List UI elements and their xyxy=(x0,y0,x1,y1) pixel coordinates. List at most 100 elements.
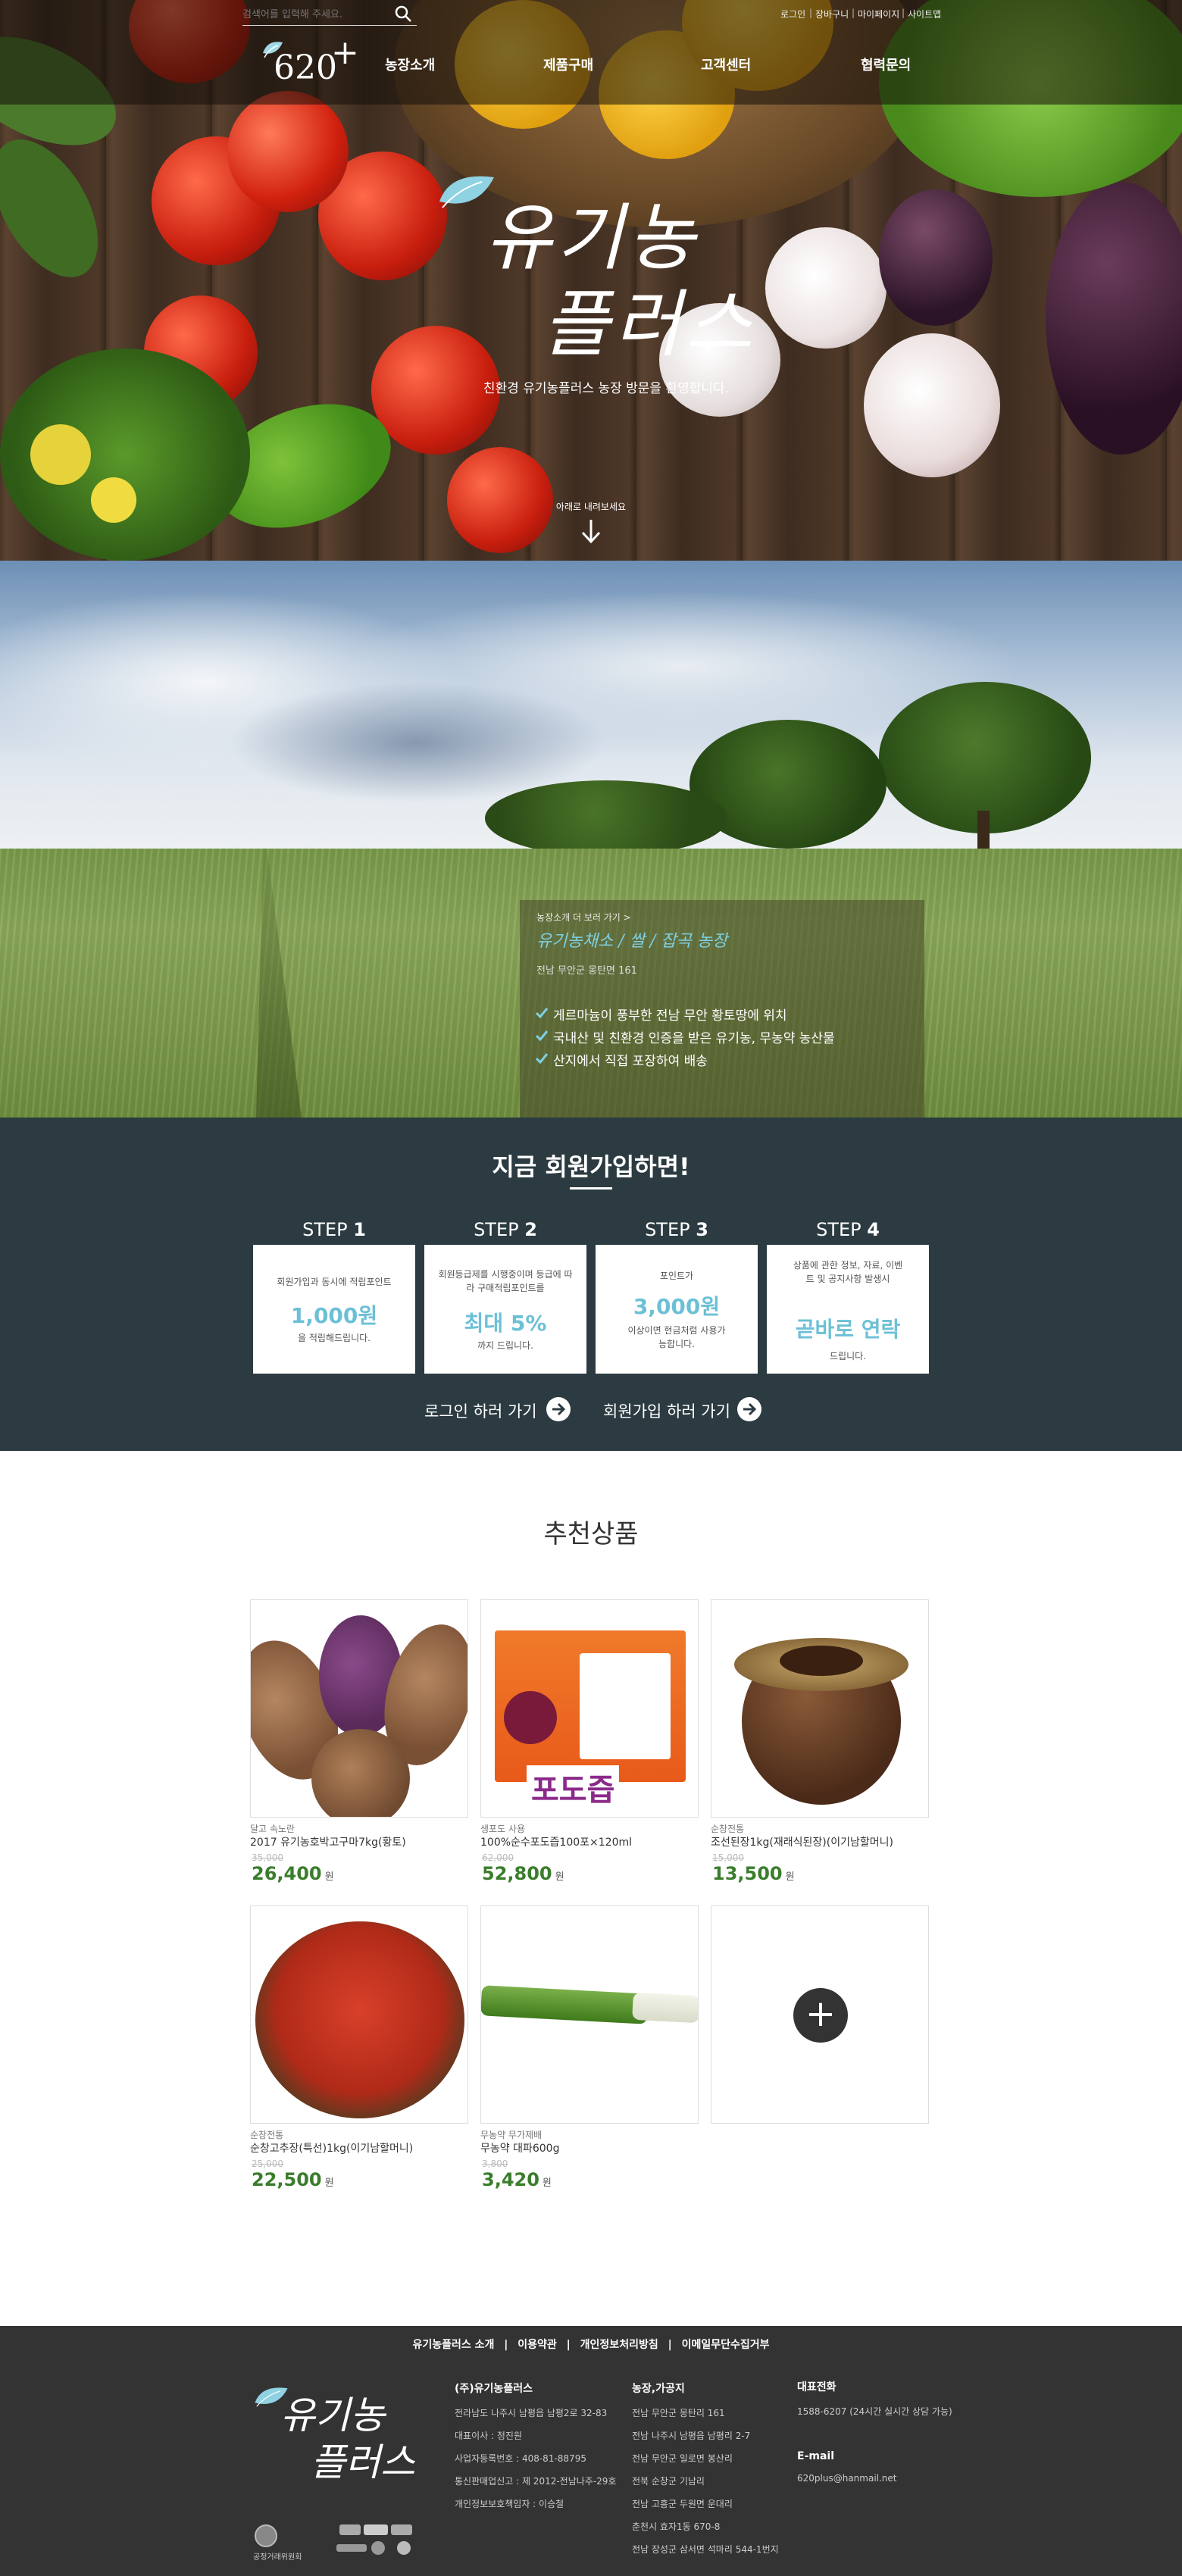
farm-intro-section: 농장소개 더 보러 가기 > 유기농채소 / 쌀 / 잡곡 농장 전남 무안군 … xyxy=(0,561,1182,1118)
price-value: 3,420 xyxy=(482,2169,539,2190)
visa-logo-icon xyxy=(364,2524,388,2535)
step-top-text: 회원가입과 동시에 적립포인트 xyxy=(277,1277,392,1287)
nav-farm-intro[interactable]: 농장소개 xyxy=(385,55,435,74)
product-category: 생포도 사용 xyxy=(480,1824,526,1834)
company-info: 전라남도 나주시 남평읍 남평2로 32-83 xyxy=(455,2408,608,2418)
step-bottom-text: 까지 드립니다. xyxy=(477,1340,533,1351)
step-highlight: 최대 5% xyxy=(464,1311,547,1336)
farm-more-link[interactable]: 농장소개 더 보러 가기 > xyxy=(536,911,631,924)
util-cart[interactable]: 장바구니 xyxy=(815,8,849,20)
product-card[interactable] xyxy=(250,1905,468,2124)
escrow-logo-icon xyxy=(336,2544,367,2552)
arrow-right-circle-icon xyxy=(737,1397,761,1421)
nav-purchase[interactable]: 제품구매 xyxy=(543,55,593,74)
products-heading: 추천상품 xyxy=(543,1519,639,1549)
product-category: 무농약 무가제배 xyxy=(480,2130,543,2140)
product-price: 13,500 원 xyxy=(712,1863,795,1884)
separator: | xyxy=(566,2339,571,2351)
email-heading: E-mail xyxy=(797,2450,835,2462)
hero-section: #search-ph::placeholder{color:#eee} 로그인 … xyxy=(0,0,1182,561)
login-link-label: 로그인 하러 가기 xyxy=(424,1402,537,1421)
phone-number[interactable]: 1588-6207 (24시간 실시간 상담 가능) xyxy=(797,2405,952,2418)
ftc-badge-text: 공정거래위원회 xyxy=(253,2553,302,2562)
nav-customer-center[interactable]: 고객센터 xyxy=(701,55,751,74)
arrow-down-icon[interactable] xyxy=(579,518,603,544)
top-bar xyxy=(0,0,1182,105)
price-value: 52,800 xyxy=(482,1863,552,1884)
product-name[interactable]: 100%순수포도즙100포×120ml xyxy=(480,1834,632,1849)
farm-address: 전남 무안군 몽탄리 161 xyxy=(632,2408,725,2418)
farm-address: 전남 고흥군 두원면 운대리 xyxy=(632,2499,733,2509)
step-highlight: 3,000원 xyxy=(633,1294,721,1319)
product-card[interactable] xyxy=(711,1599,929,1818)
email-address[interactable]: 620plus@hanmail.net xyxy=(797,2473,897,2484)
product-old-price: 25,000 xyxy=(252,2159,283,2169)
recommended-products-section: 추천상품 달고 속노란 2017 유기농호박고구마7kg(황토) 35,000 … xyxy=(0,1451,1182,2326)
util-mypage[interactable]: 마이페이지 xyxy=(858,8,899,20)
step-card: 포인트가 3,000원 이상이면 현금처럼 사용가능합니다. xyxy=(596,1245,758,1374)
product-name[interactable]: 순창고추장(특선)1kg(이기남할머니) xyxy=(250,2140,413,2156)
more-products-button[interactable]: + xyxy=(711,1905,929,2124)
company-info: 개인정보보호책임자 : 이승철 xyxy=(455,2499,564,2509)
step-number: 4 xyxy=(867,1219,880,1240)
step-highlight: 곧바로 연락 xyxy=(795,1317,901,1342)
product-category: 순창전통 xyxy=(711,1824,745,1834)
arrow-right-circle-icon xyxy=(546,1397,571,1421)
footer-link-privacy[interactable]: 개인정보처리방침 xyxy=(580,2339,658,2351)
step-card: 회원가입과 동시에 적립포인트 1,000원 을 적립해드립니다. xyxy=(253,1245,415,1374)
farm-bullet: 국내산 및 친환경 인증을 받은 유기농, 무농약 농산물 xyxy=(553,1031,835,1046)
flower-image xyxy=(30,424,91,485)
farm-address: 전남 나주시 남평읍 남평리 2-7 xyxy=(632,2431,751,2441)
card-logo-icon xyxy=(339,2524,361,2535)
price-value: 26,400 xyxy=(252,1863,322,1884)
footer-logo-line2: 플러스 xyxy=(311,2440,415,2484)
price-value: 22,500 xyxy=(252,2169,322,2190)
util-login[interactable]: 로그인 xyxy=(780,8,805,20)
separator: | xyxy=(902,8,905,18)
step-number: 3 xyxy=(696,1219,708,1240)
card-logo-icon xyxy=(391,2524,412,2535)
product-name[interactable]: 조선된장1kg(재래식된장)(이기남할머니) xyxy=(711,1834,893,1849)
footer: 유기농플러스 소개 | 이용약관 | 개인정보처리방침 | 이메일무단수집거부 … xyxy=(0,2326,1182,2576)
product-name[interactable]: 무농약 대파600g xyxy=(480,2140,559,2156)
scroll-hint[interactable]: 아래로 내려보세요 xyxy=(530,500,652,513)
farm-bullet: 게르마늄이 풍부한 전남 무안 황토땅에 위치 xyxy=(553,1008,787,1024)
green-onion-image xyxy=(481,1985,649,2024)
product-card[interactable]: 포도즙 xyxy=(480,1599,699,1818)
company-info: 대표이사 : 정진원 xyxy=(455,2431,522,2441)
footer-link-about[interactable]: 유기농플러스 소개 xyxy=(412,2339,494,2351)
nav-partnership[interactable]: 협력문의 xyxy=(861,55,911,74)
footer-link-terms[interactable]: 이용약관 xyxy=(518,2339,557,2351)
company-heading: (주)유기농플러스 xyxy=(455,2383,533,2395)
flower-image xyxy=(91,477,136,523)
join-link-label: 회원가입 하러 가기 xyxy=(603,1402,730,1421)
separator: | xyxy=(668,2339,672,2351)
phone-heading: 대표전화 xyxy=(797,2381,836,2393)
search-icon[interactable] xyxy=(394,5,412,23)
separator: | xyxy=(504,2339,508,2351)
plus-icon[interactable]: + xyxy=(793,1988,848,2043)
product-card[interactable] xyxy=(250,1599,468,1818)
step-number: 2 xyxy=(524,1219,537,1240)
company-info: 사업자등록번호 : 408-81-88795 xyxy=(455,2453,586,2464)
juice-pack-image xyxy=(580,1653,671,1759)
step-card: 회원등급제를 시행중이며 등급에 따라 구매적립포인트를 최대 5% 까지 드립… xyxy=(424,1245,586,1374)
step-bottom-text: 이상이면 현금처럼 사용가능합니다. xyxy=(627,1325,726,1349)
cert-seal-icon xyxy=(397,2541,411,2555)
product-name[interactable]: 2017 유기농호박고구마7kg(황토) xyxy=(250,1834,406,1849)
tomato-image xyxy=(227,91,349,212)
step-bottom-text: 드립니다. xyxy=(830,1351,866,1361)
product-old-price: 35,000 xyxy=(252,1852,283,1863)
site-logo[interactable]: 620 + xyxy=(261,33,359,88)
doenjang-image xyxy=(780,1646,863,1676)
product-old-price: 62,000 xyxy=(482,1852,514,1863)
search-bar[interactable] xyxy=(242,5,417,26)
util-sitemap[interactable]: 사이트맵 xyxy=(908,8,941,20)
footer-link-email-policy[interactable]: 이메일무단수집거부 xyxy=(682,2339,770,2351)
search-input[interactable] xyxy=(242,6,386,23)
product-card[interactable] xyxy=(480,1905,699,2124)
product-price: 26,400 원 xyxy=(252,1863,334,1884)
juice-box-text: 포도즙 xyxy=(527,1765,620,1809)
green-onion-stem xyxy=(632,1992,698,2024)
footer-links: 유기농플러스 소개 | 이용약관 | 개인정보처리방침 | 이메일무단수집거부 xyxy=(0,2337,1182,2352)
